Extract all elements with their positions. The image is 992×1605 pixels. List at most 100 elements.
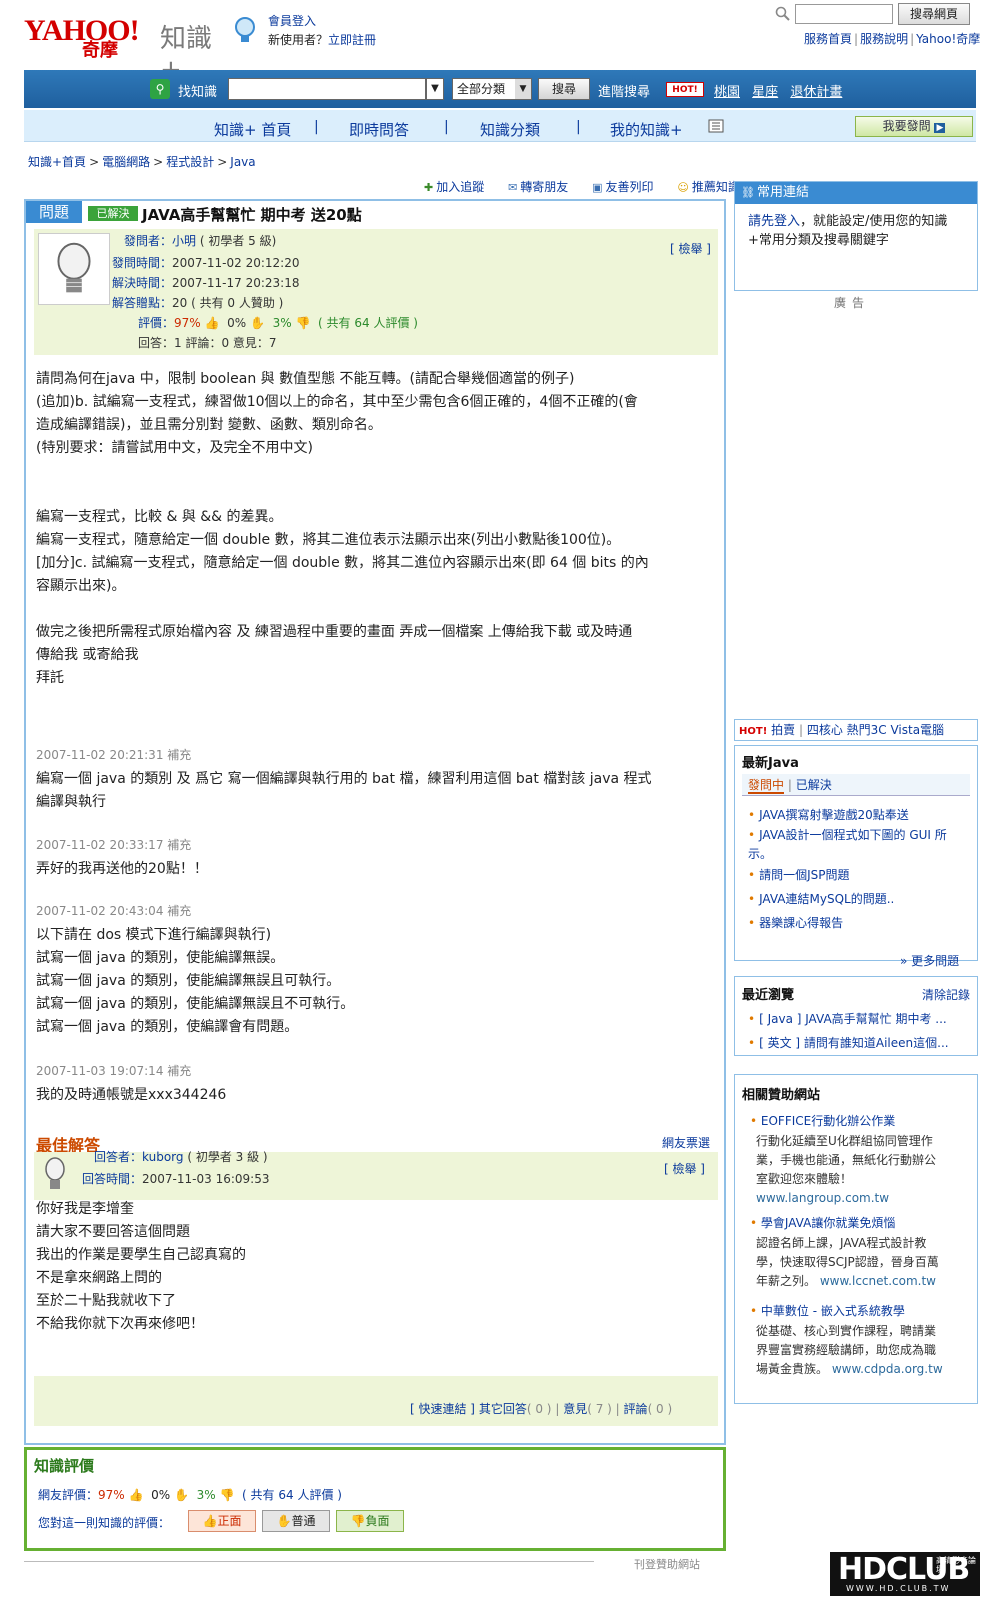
sponsor-desc-line: 學，快速取得SCJP認證，晉身百萬 bbox=[756, 1255, 939, 1269]
asker-name[interactable]: 小明 bbox=[172, 234, 196, 248]
hot-3c-link[interactable]: 四核心 熱門3C Vista電腦 bbox=[807, 723, 944, 737]
body-line: [加分]c. 試編寫一支程式，隨意給定一個 double 數，將其二進位內容顯示… bbox=[36, 555, 649, 571]
sponsor-link[interactable]: • EOFFICE行動化辦公作業 bbox=[750, 1112, 895, 1129]
favorites-login-link[interactable]: 請先登入 bbox=[748, 214, 800, 229]
knowledge-search-input[interactable] bbox=[228, 78, 426, 100]
breadcrumb-computer[interactable]: 電腦網路 bbox=[102, 155, 150, 169]
rating-summary-count: ( 共有 64 人評價 ) bbox=[242, 1488, 342, 1502]
comments-count: ( 0 ) bbox=[647, 1402, 673, 1416]
body-line: 你好我是李增奎 bbox=[36, 1201, 134, 1217]
report-question-link[interactable]: [ 檢舉 ] bbox=[670, 240, 711, 257]
yahoo-kimo-logo[interactable]: YAHOO! 奇摩 知識+ bbox=[24, 8, 224, 85]
service-help-link[interactable]: 服務說明 bbox=[860, 32, 908, 46]
answerer-name[interactable]: kuborg bbox=[142, 1150, 183, 1164]
thumb-neutral-icon: ✋ bbox=[249, 316, 265, 330]
question-actions: ✚ 加入追蹤 ✉ 轉寄朋友 ▣ 友善列印 ☺ 推薦知識 bbox=[424, 178, 760, 195]
knowledge-search-button[interactable]: 搜尋 bbox=[538, 78, 590, 100]
sponsor-url[interactable]: www.langroup.com.tw bbox=[756, 1189, 966, 1208]
hot-link-taoyuan[interactable]: 桃園 bbox=[714, 85, 740, 100]
report-answer-link[interactable]: [ 檢舉 ] bbox=[664, 1160, 705, 1177]
hot-badge: HOT! bbox=[739, 726, 768, 737]
asked-time-label: 發問時間： bbox=[112, 256, 173, 270]
other-answers-link[interactable]: 其它回答 bbox=[479, 1402, 527, 1416]
comments-link[interactable]: 評論 bbox=[624, 1402, 648, 1416]
nav-home[interactable]: 知識+ 首頁 bbox=[214, 119, 291, 140]
rate-neutral-label: 普通 bbox=[291, 1514, 316, 1528]
body-line: 至於二十點我就收下了 bbox=[36, 1293, 176, 1309]
quick-links[interactable]: [ 快速連結 ] bbox=[410, 1402, 475, 1416]
sponsor-desc: 行動化延續至U化群組協同管理作 業，手機也能通，無紙化行動辦公 室歡迎您來體驗！… bbox=[756, 1132, 966, 1208]
avatar[interactable] bbox=[40, 1155, 70, 1195]
asker-row: 發問者：小明 ( 初學者 5 級) bbox=[124, 232, 276, 249]
recent-title: 最近瀏覽 bbox=[742, 988, 795, 1003]
asker-label: 發問者： bbox=[124, 234, 173, 248]
nav-my-knowledge[interactable]: 我的知識+ bbox=[610, 119, 683, 140]
opinions-link[interactable]: 意見 bbox=[563, 1402, 587, 1416]
chevron-down-icon[interactable]: ▼ bbox=[426, 78, 444, 100]
register-link[interactable]: 立即註冊 bbox=[328, 33, 376, 47]
follow-action[interactable]: ✚ 加入追蹤 bbox=[424, 180, 494, 194]
answerer-label: 回答者： bbox=[94, 1150, 143, 1164]
tab-asking[interactable]: 發問中 bbox=[748, 778, 785, 794]
community-vote-link[interactable]: 網友票選 bbox=[662, 1134, 710, 1151]
hot-auction-link[interactable]: 拍賣 bbox=[771, 723, 795, 737]
top-links: 服務首頁 | 服務說明 | Yahoo!奇摩 bbox=[804, 32, 981, 46]
hot-link-retirement[interactable]: 退休計畫 bbox=[790, 85, 842, 100]
sponsor-link[interactable]: • 學會JAVA讓你就業免煩惱 bbox=[750, 1214, 895, 1231]
watermark-cn: 高清影音論壇 bbox=[936, 1556, 976, 1574]
yahoo-kimo-link[interactable]: Yahoo!奇摩 bbox=[916, 32, 980, 46]
tab-solved[interactable]: 已解決 bbox=[796, 778, 832, 792]
lightbulb-icon bbox=[235, 17, 255, 42]
list-item[interactable]: • JAVA連結MySQL的問題.. bbox=[748, 890, 964, 909]
sponsor-url[interactable]: www.cdpda.org.tw bbox=[832, 1362, 943, 1376]
clear-history-link[interactable]: 清除記錄 bbox=[922, 986, 970, 1003]
rate-negative-button[interactable]: 👎負面 bbox=[336, 1510, 404, 1532]
breadcrumb-programming[interactable]: 程式設計 bbox=[166, 155, 214, 169]
forward-action[interactable]: ✉ 轉寄朋友 bbox=[508, 180, 578, 194]
rate-positive-label: 正面 bbox=[217, 1514, 242, 1528]
rating-count: ( 共有 64 人評價 ) bbox=[318, 316, 418, 330]
knowledge-rating-title: 知識評價 bbox=[34, 1457, 95, 1475]
web-search-input[interactable] bbox=[795, 4, 893, 24]
more-questions-link[interactable]: » 更多問題 bbox=[900, 952, 959, 969]
service-home-link[interactable]: 服務首頁 bbox=[804, 32, 852, 46]
list-item[interactable]: • JAVA設計一個程式如下圖的 GUI 所示。 bbox=[748, 826, 964, 864]
web-search-button[interactable]: 搜尋網頁 bbox=[898, 3, 970, 25]
list-item[interactable]: •[ 英文 ] 請問有誰知道Aileen這個... bbox=[748, 1034, 964, 1053]
points-value: 20 ( 共有 0 人贊助 ) bbox=[172, 296, 284, 310]
list-item[interactable]: •[ Java ] JAVA高手幫幫忙 期中考 ... bbox=[748, 1010, 964, 1029]
nav-categories[interactable]: 知識分類 bbox=[480, 119, 540, 140]
breadcrumb-home[interactable]: 知識+首頁 bbox=[28, 155, 86, 169]
supplement-body: 我的及時通帳號是xxx344246 bbox=[36, 1084, 712, 1107]
sponsor-link[interactable]: • 中華數位 - 嵌入式系統教學 bbox=[750, 1302, 905, 1319]
rate-neutral-button[interactable]: ✋普通 bbox=[262, 1510, 330, 1532]
rate-positive-button[interactable]: 👍正面 bbox=[188, 1510, 256, 1532]
login-link[interactable]: 會員登入 bbox=[268, 14, 316, 28]
watermark-url: WWW.HD.CLUB.TW bbox=[846, 1584, 951, 1593]
list-item-label: JAVA連結MySQL的問題.. bbox=[759, 892, 895, 906]
new-user-label: 新使用者？ bbox=[268, 33, 329, 47]
breadcrumb: 知識+首頁 > 電腦網路 > 程式設計 > Java bbox=[28, 155, 256, 169]
hot-link-horoscope[interactable]: 星座 bbox=[752, 85, 778, 100]
supplement-body: 以下請在 dos 模式下進行編譯與執行) 試寫一個 java 的類別，使能編譯無… bbox=[36, 924, 712, 1039]
nav-divider: | bbox=[314, 119, 319, 135]
status-badge: 已解決 bbox=[88, 206, 138, 221]
avatar[interactable] bbox=[38, 233, 110, 305]
category-select[interactable]: 全部分類 ▼ bbox=[452, 78, 532, 100]
print-action[interactable]: ▣ 友善列印 bbox=[592, 180, 663, 194]
sponsor-listing-link[interactable]: 刊登贊助網站 bbox=[634, 1556, 700, 1572]
list-item[interactable]: • 器樂課心得報告 bbox=[748, 914, 964, 933]
thumb-neutral-icon: ✋ bbox=[276, 1514, 292, 1528]
thumbs-down-icon: 👎 bbox=[350, 1514, 366, 1528]
category-select-value: 全部分類 bbox=[457, 82, 506, 96]
sponsor-desc-line: 年薪之列。 bbox=[756, 1274, 817, 1288]
ask-question-button[interactable]: 我要發問 ▶ bbox=[855, 116, 973, 137]
nav-live-qa[interactable]: 即時問答 bbox=[349, 119, 409, 140]
sponsor-desc-line: 室歡迎您來體驗！ bbox=[756, 1172, 853, 1186]
list-item[interactable]: • JAVA撰寫射擊遊戲20點奉送 bbox=[748, 806, 964, 825]
sponsor-url[interactable]: www.lccnet.com.tw bbox=[820, 1274, 936, 1288]
breadcrumb-java[interactable]: Java bbox=[230, 155, 255, 169]
magnifier-icon: ⚲ bbox=[150, 79, 170, 99]
list-item[interactable]: • 請問一個JSP問題 bbox=[748, 866, 964, 885]
advanced-search-link[interactable]: 進階搜尋 bbox=[598, 81, 650, 100]
